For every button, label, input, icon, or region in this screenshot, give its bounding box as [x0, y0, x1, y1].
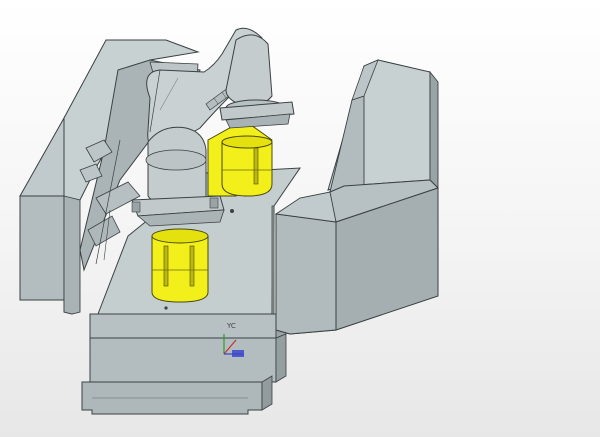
insert-yellow-rear[interactable] — [207, 119, 273, 197]
insert-yellow-front[interactable] — [151, 228, 209, 303]
mold-assembly-3d-model[interactable]: YC — [0, 0, 600, 437]
right-slide-block[interactable] — [274, 59, 439, 335]
graphics-viewport[interactable]: YC — [0, 0, 600, 437]
triad-label-yc: YC — [226, 322, 236, 330]
